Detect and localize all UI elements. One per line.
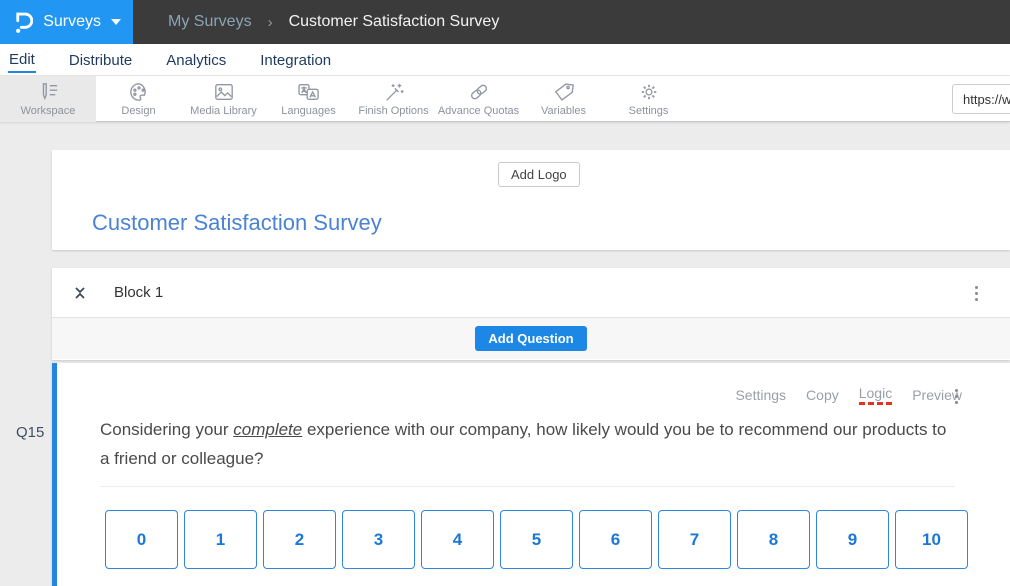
toolbar-item-label: Media Library: [190, 105, 257, 117]
edit-toolbar: Workspace Design Media Library Languages…: [0, 76, 1010, 122]
advance-quotas-icon: [468, 82, 490, 102]
tab-distribute[interactable]: Distribute: [68, 48, 133, 72]
app-menu[interactable]: Surveys: [0, 0, 133, 44]
media-library-icon: [213, 82, 235, 102]
question-menu-kebab-icon[interactable]: [951, 383, 962, 409]
toolbar-item-design[interactable]: Design: [96, 76, 181, 122]
toolbar-item-label: Languages: [281, 105, 335, 117]
nps-option-9[interactable]: 9: [816, 510, 889, 569]
breadcrumb-separator: ›: [268, 14, 273, 31]
toolbar-item-workspace[interactable]: Workspace: [0, 76, 96, 122]
collapse-block-icon[interactable]: [72, 285, 88, 301]
workspace-icon: [37, 82, 59, 102]
toolbar-item-advance-quotas[interactable]: Advance Quotas: [436, 76, 521, 122]
toolbar-item-label: Finish Options: [358, 105, 428, 117]
block-header: Block 1: [52, 268, 1010, 318]
settings-icon: [638, 82, 660, 102]
nps-option-8[interactable]: 8: [737, 510, 810, 569]
survey-url-input[interactable]: [952, 84, 1010, 114]
nps-option-0[interactable]: 0: [105, 510, 178, 569]
nps-option-10[interactable]: 10: [895, 510, 968, 569]
design-icon: [128, 82, 150, 102]
question-card: Settings Copy Logic Preview Considering …: [52, 363, 1010, 586]
question-text[interactable]: Considering your complete experience wit…: [100, 415, 955, 487]
nps-option-4[interactable]: 4: [421, 510, 494, 569]
survey-header-card: Add Logo Customer Satisfaction Survey: [52, 150, 1010, 250]
add-logo-button[interactable]: Add Logo: [498, 162, 580, 187]
block-card: Block 1 Add Question: [52, 268, 1010, 360]
breadcrumb: My Surveys › Customer Satisfaction Surve…: [133, 0, 499, 44]
toolbar-item-label: Variables: [541, 105, 586, 117]
question-settings-link[interactable]: Settings: [735, 387, 786, 403]
toolbar-item-variables[interactable]: Variables: [521, 76, 606, 122]
question-logic-link[interactable]: Logic: [859, 385, 892, 405]
toolbar-item-label: Settings: [629, 105, 669, 117]
question-text-part: Considering your: [100, 420, 233, 439]
survey-title[interactable]: Customer Satisfaction Survey: [92, 210, 382, 236]
tab-analytics[interactable]: Analytics: [165, 48, 227, 72]
toolbar-item-label: Advance Quotas: [438, 105, 519, 117]
nps-option-3[interactable]: 3: [342, 510, 415, 569]
question-text-emphasis: complete: [233, 420, 302, 439]
block-footer: Add Question: [52, 318, 1010, 359]
block-title[interactable]: Block 1: [114, 284, 163, 301]
nps-option-1[interactable]: 1: [184, 510, 257, 569]
questionpro-logo-icon: [12, 8, 33, 36]
toolbar-item-finish-options[interactable]: Finish Options: [351, 76, 436, 122]
toolbar-item-languages[interactable]: Languages: [266, 76, 351, 122]
add-question-button[interactable]: Add Question: [475, 326, 586, 351]
question-actions: Settings Copy Logic Preview: [715, 385, 962, 405]
toolbar-item-settings[interactable]: Settings: [606, 76, 691, 122]
top-bar: Surveys My Surveys › Customer Satisfacti…: [0, 0, 1010, 44]
main-nav-tabs: Edit Distribute Analytics Integration: [0, 44, 1010, 76]
nps-option-6[interactable]: 6: [579, 510, 652, 569]
nps-scale: 0 1 2 3 4 5 6 7 8 9 10: [105, 510, 974, 569]
question-id-label: Q15: [16, 424, 44, 441]
chevron-down-icon: [111, 19, 121, 25]
toolbar-item-label: Design: [121, 105, 155, 117]
nps-option-5[interactable]: 5: [500, 510, 573, 569]
question-copy-link[interactable]: Copy: [806, 387, 839, 403]
variables-icon: [553, 82, 575, 102]
nps-option-2[interactable]: 2: [263, 510, 336, 569]
toolbar-item-media-library[interactable]: Media Library: [181, 76, 266, 122]
tab-integration[interactable]: Integration: [259, 48, 332, 72]
finish-options-icon: [383, 82, 405, 102]
breadcrumb-my-surveys[interactable]: My Surveys: [168, 13, 252, 31]
block-menu-kebab-icon[interactable]: [971, 280, 982, 306]
nps-option-7[interactable]: 7: [658, 510, 731, 569]
breadcrumb-current-survey: Customer Satisfaction Survey: [289, 13, 500, 31]
languages-icon: [297, 82, 321, 102]
toolbar-item-label: Workspace: [21, 105, 76, 117]
tab-edit[interactable]: Edit: [8, 47, 36, 73]
app-menu-label: Surveys: [43, 13, 101, 31]
